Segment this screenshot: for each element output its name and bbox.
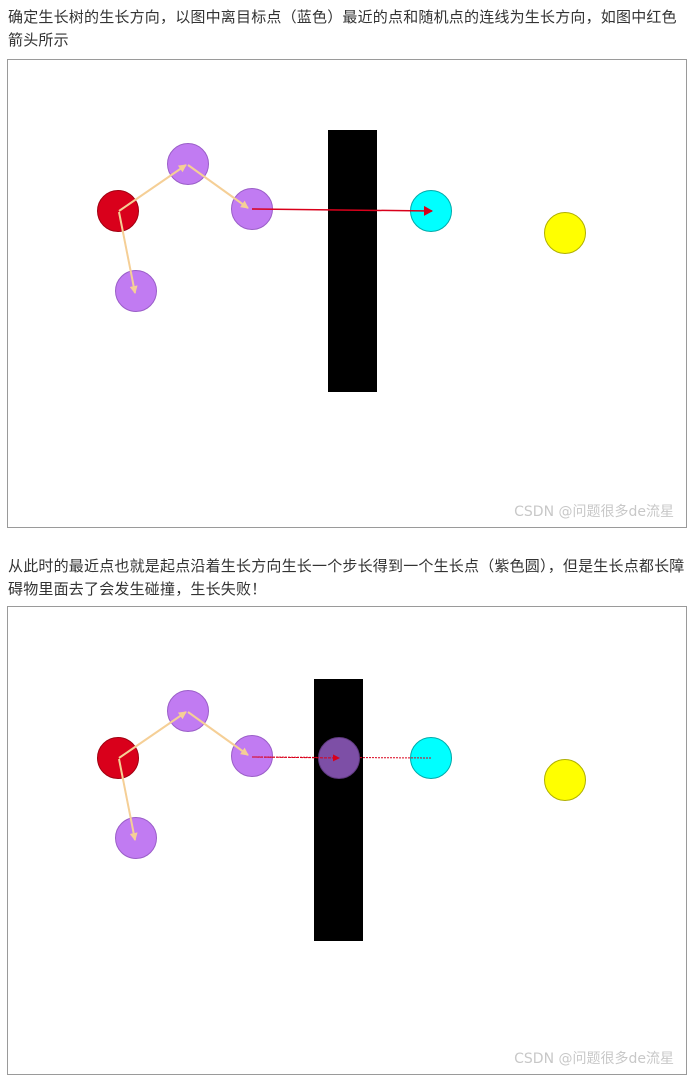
target-node bbox=[410, 737, 452, 779]
intro-paragraph: 确定生长树的生长方向，以图中离目标点（蓝色）最近的点和随机点的连线为生长方向，如… bbox=[8, 8, 677, 49]
tree-edge-top-to-nearest bbox=[187, 711, 249, 756]
obstacle bbox=[328, 130, 377, 392]
nearest-node bbox=[231, 735, 273, 777]
collision-paragraph: 从此时的最近点也就是起点沿着生长方向生长一个步长得到一个生长点（紫色圆），但是生… bbox=[8, 557, 685, 598]
tree-edge-top-to-nearest bbox=[187, 164, 249, 209]
random-node bbox=[544, 212, 586, 254]
tree-edge-start-to-top bbox=[118, 164, 187, 212]
tree-edge-start-to-top bbox=[118, 711, 187, 759]
growth-direction-arrow bbox=[251, 205, 433, 216]
tree-node-top bbox=[167, 690, 209, 732]
figure-collision: CSDN @问题很多de流星 bbox=[7, 606, 687, 1075]
tree-node-top bbox=[167, 143, 209, 185]
tree-node-bottom bbox=[115, 817, 157, 859]
start-node bbox=[97, 190, 139, 232]
obstacle bbox=[314, 679, 363, 941]
random-node bbox=[544, 759, 586, 801]
watermark: CSDN @问题很多de流星 bbox=[514, 504, 674, 520]
growth-direction-diagram bbox=[97, 130, 586, 392]
collision-diagram bbox=[97, 679, 586, 941]
tree-node-bottom bbox=[115, 270, 157, 312]
start-node bbox=[97, 737, 139, 779]
watermark: CSDN @问题很多de流星 bbox=[514, 1051, 674, 1067]
figure-growth-direction: CSDN @问题很多de流星 bbox=[7, 59, 687, 528]
